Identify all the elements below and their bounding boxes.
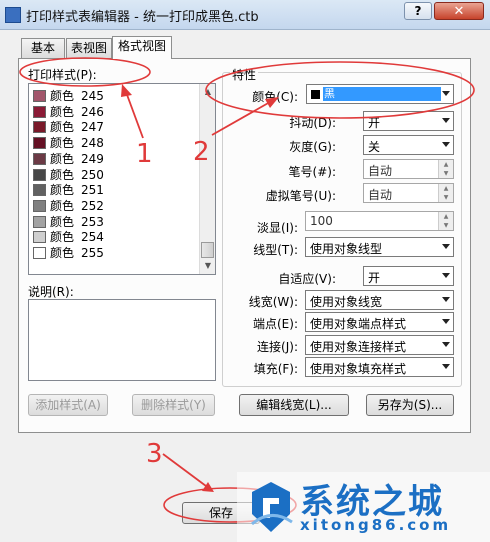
watermark-logo-icon xyxy=(251,482,293,532)
arrow-head-icon xyxy=(265,97,279,108)
annotation-arrow-2 xyxy=(211,101,271,136)
annotation-overlay: 1 2 3 xyxy=(19,57,475,523)
annotation-arrow-1 xyxy=(125,91,144,139)
annotation-circle-color xyxy=(205,61,475,119)
annotation-number-2: 2 xyxy=(193,137,210,167)
annotation-arrow-3 xyxy=(162,453,207,487)
arrow-head-icon xyxy=(121,84,132,97)
annotation-circle-print-styles xyxy=(19,57,151,87)
annotation-number-1: 1 xyxy=(136,139,153,169)
tab-format-view[interactable]: 格式视图 xyxy=(112,36,172,59)
annotation-number-3: 3 xyxy=(146,439,163,469)
watermark-url: xitong86.com xyxy=(300,516,452,534)
